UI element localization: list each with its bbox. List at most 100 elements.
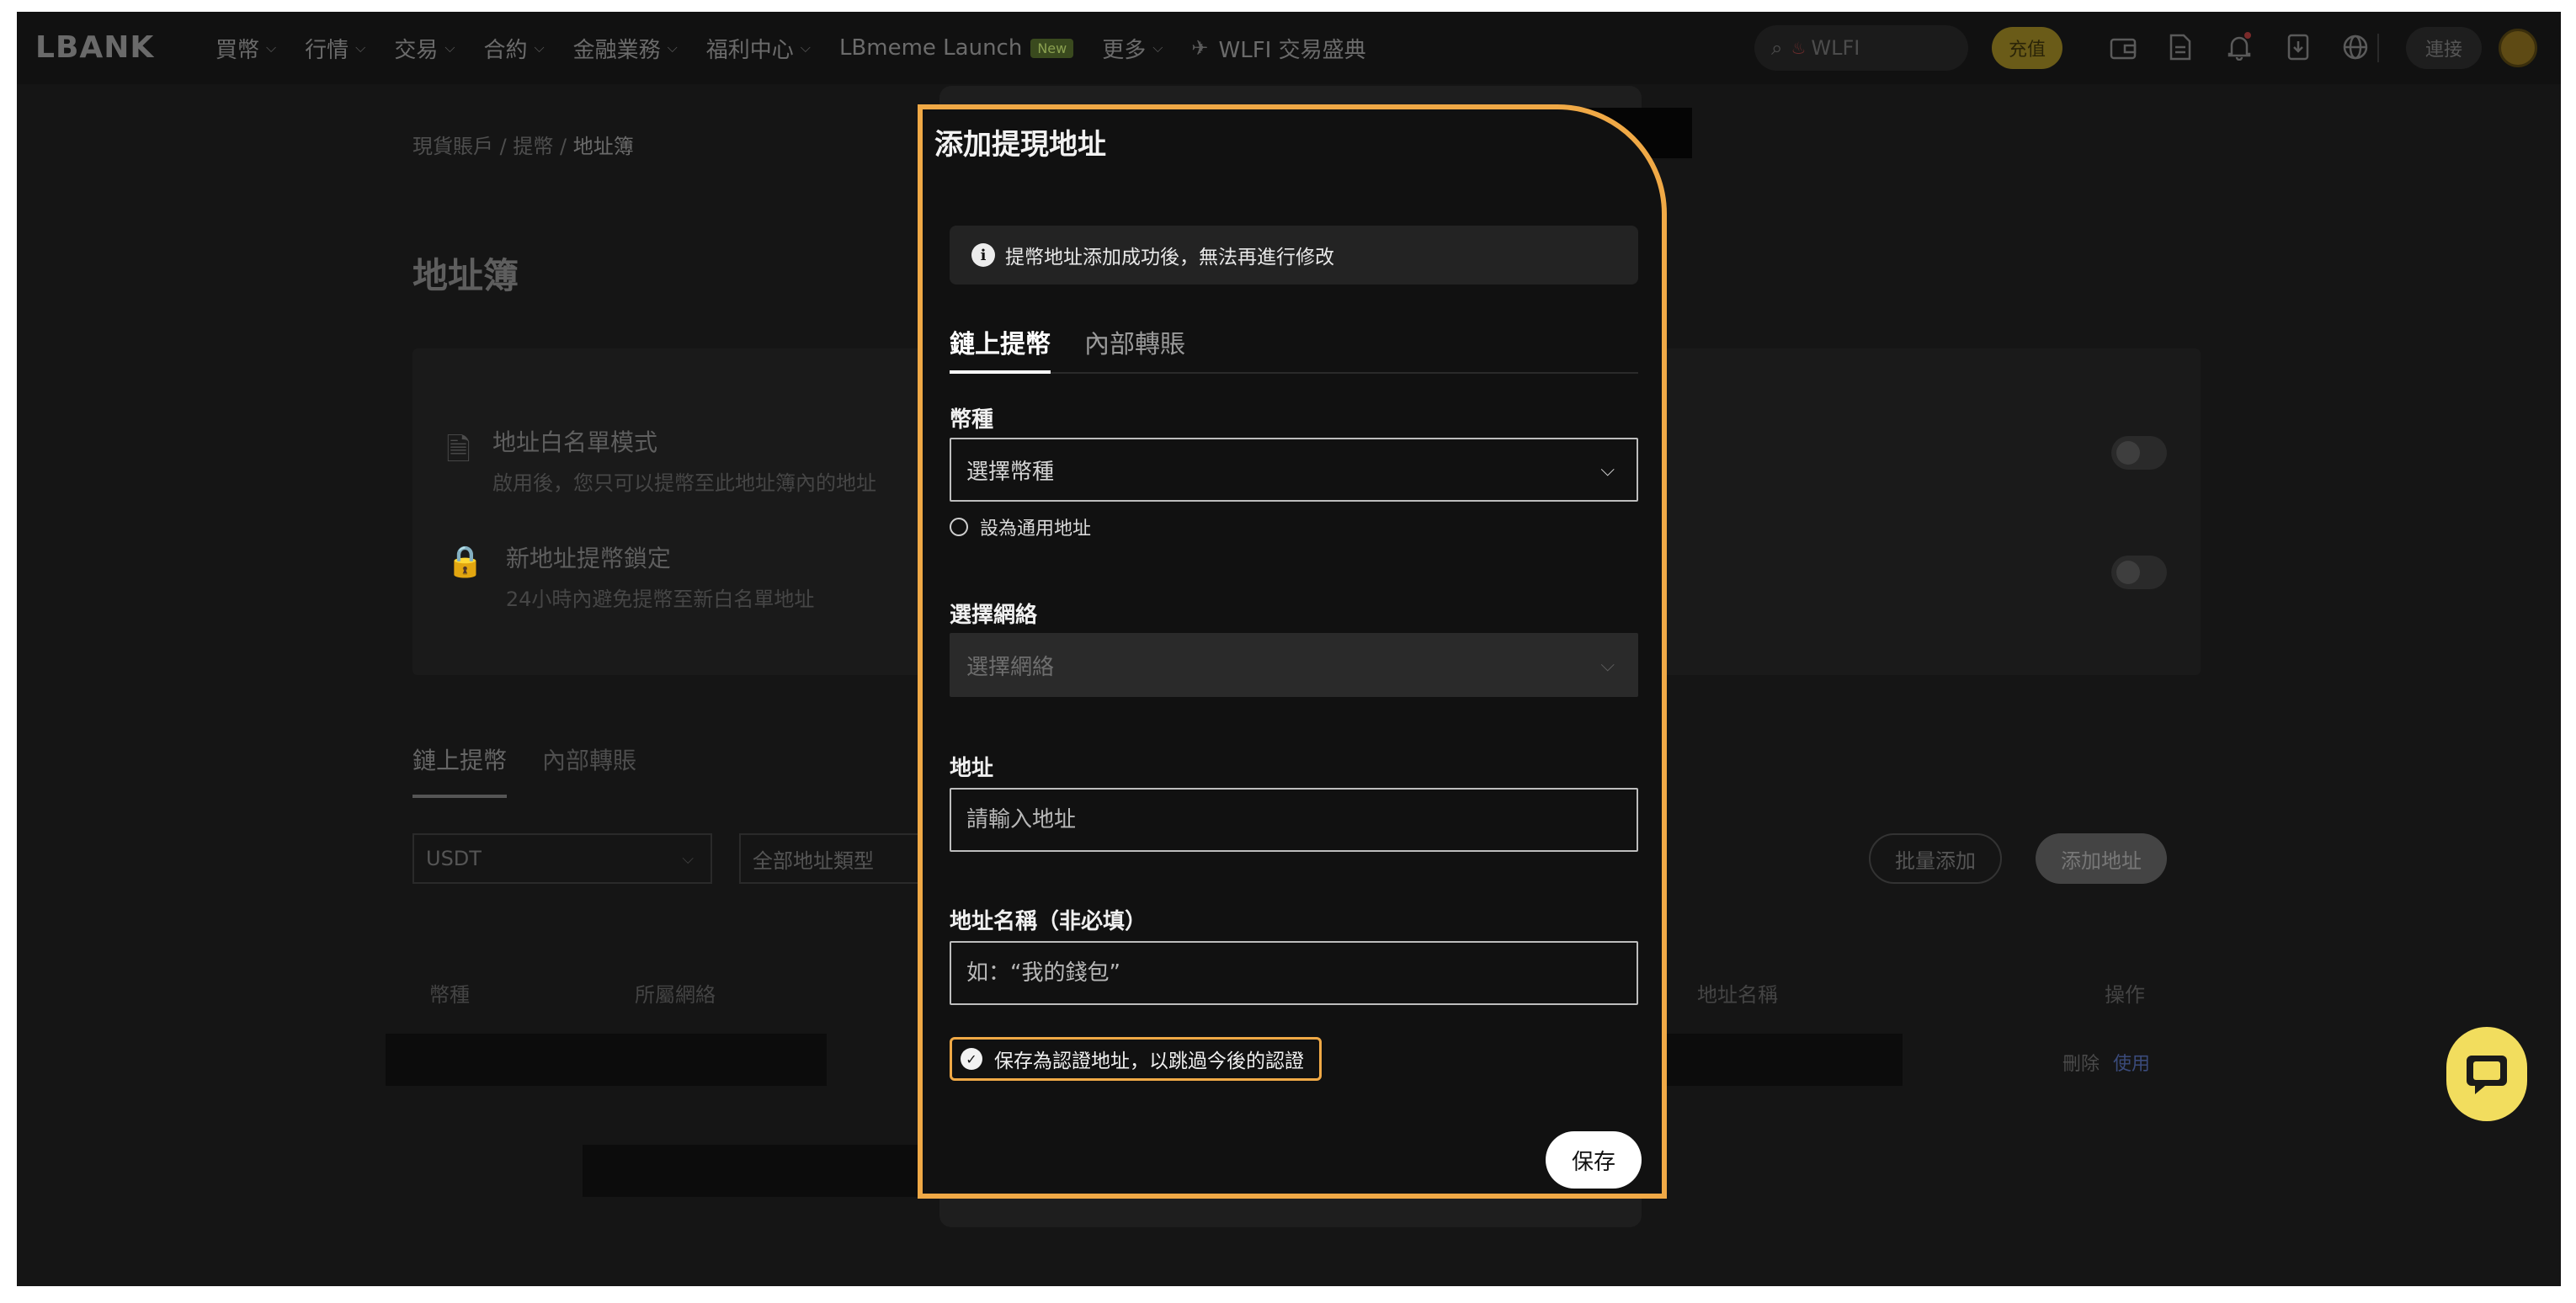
document-icon[interactable]	[2165, 32, 2195, 62]
page-tabs: 鏈上提幣 內部轉賬	[412, 742, 672, 798]
globe-icon[interactable]	[2340, 32, 2371, 62]
table-row-segment	[1650, 1034, 1903, 1086]
chevron-down-icon: ⌵	[266, 40, 277, 56]
menu-item-markets[interactable]: 行情 ⌵	[305, 33, 365, 64]
menu-label: WLFI 交易盛典	[1218, 37, 1366, 63]
breadcrumb-separator: /	[560, 135, 567, 158]
address-name-field[interactable]	[950, 941, 1638, 1005]
menu-item-trade[interactable]: 交易 ⌵	[394, 33, 455, 64]
lock-toggle[interactable]	[2111, 556, 2167, 589]
menu-label: LBmeme Launch	[838, 35, 1023, 61]
fire-icon: ♨	[1791, 38, 1807, 58]
menu-label: 合約	[483, 37, 528, 63]
notice-text: 提幣地址添加成功後，無法再進行修改	[1005, 247, 1334, 269]
coin-filter-select[interactable]: USDT ⌵	[412, 833, 712, 884]
search-input[interactable]: ⌕ ♨ WLFI	[1754, 25, 1968, 71]
universal-address-option[interactable]: 設為通用地址	[950, 513, 1091, 540]
chevron-down-icon: ⌵	[444, 40, 455, 56]
lock-icon: 🔒	[446, 545, 484, 579]
menu-item-wlfi[interactable]: ✈ WLFI 交易盛典	[1191, 33, 1365, 64]
chat-support-button[interactable]	[2446, 1027, 2527, 1121]
connect-button[interactable]: 連接	[2406, 27, 2482, 69]
chevron-down-icon: ⌵	[355, 40, 366, 56]
info-notice: i 提幣地址添加成功後，無法再進行修改	[950, 226, 1638, 285]
certified-label: 保存為認證地址，以跳過今後的認證	[994, 1050, 1304, 1072]
pagination-placeholder	[583, 1145, 941, 1197]
top-navbar: LBANK 買幣 ⌵ 行情 ⌵ 交易 ⌵ 合約 ⌵ 金融業務 ⌵ 福利中心 ⌵ LBmeme…	[17, 12, 2561, 84]
whitelist-mode-row: 🗎 地址白名單模式 啟用後，您只可以提幣至此地址簿內的地址	[446, 424, 876, 496]
lock-title: 新地址提幣鎖定	[505, 545, 671, 572]
network-select[interactable]: 選擇網絡 ⌵	[950, 633, 1638, 697]
menu-item-futures[interactable]: 合約 ⌵	[483, 33, 544, 64]
use-link[interactable]: 使用	[2113, 1049, 2150, 1076]
column-header-action: 操作	[2105, 983, 2145, 1007]
avatar[interactable]	[2499, 29, 2537, 67]
lock-desc: 24小時內避免提幣至新白名單地址	[505, 588, 815, 611]
notification-dot	[2244, 32, 2251, 39]
brand-logo[interactable]: LBANK	[35, 30, 154, 65]
address-field[interactable]	[950, 788, 1638, 852]
coin-label: 幣種	[950, 407, 994, 433]
add-withdraw-address-dialog: 添加提現地址 i 提幣地址添加成功後，無法再進行修改 鏈上提幣 內部轉賬 幣種 …	[918, 104, 1667, 1199]
coin-select[interactable]: 選擇幣種 ⌵	[950, 438, 1638, 502]
address-input[interactable]	[966, 807, 1637, 832]
tab-internal-transfer[interactable]: 內部轉賬	[1084, 320, 1185, 374]
chevron-down-icon: ⌵	[1600, 654, 1615, 676]
check-icon: ✓	[961, 1048, 982, 1070]
column-header-network: 所屬網絡	[635, 983, 716, 1007]
menu-item-finance[interactable]: 金融業務 ⌵	[573, 33, 678, 64]
menu-label: 金融業務	[572, 37, 661, 63]
menu-label: 交易	[394, 37, 439, 63]
network-placeholder: 選擇網絡	[966, 654, 1055, 680]
nav-divider	[2377, 34, 2379, 62]
breadcrumb-current: 地址簿	[572, 135, 634, 158]
chevron-down-icon: ⌵	[682, 849, 694, 868]
tab-internal[interactable]: 內部轉賬	[542, 742, 636, 798]
breadcrumb: 現貨賬戶 / 提幣 / 地址簿	[412, 130, 634, 159]
menu-item-buy[interactable]: 買幣 ⌵	[216, 33, 276, 64]
column-header-coin: 幣種	[429, 983, 470, 1007]
menu-label: 行情	[305, 37, 349, 63]
whitelist-toggle[interactable]	[2111, 436, 2167, 470]
breadcrumb-spot-account[interactable]: 現貨賬戶	[412, 135, 493, 158]
menu-item-lbmeme[interactable]: LBmeme Launch New	[838, 35, 1074, 61]
wallet-icon[interactable]	[2108, 32, 2138, 62]
radio-button[interactable]	[950, 518, 968, 536]
menu-label: 買幣	[216, 37, 260, 63]
coin-placeholder: 選擇幣種	[966, 459, 1055, 485]
dialog-title: 添加提現地址	[934, 128, 1106, 162]
menu-item-rewards[interactable]: 福利中心 ⌵	[706, 33, 811, 64]
bell-icon[interactable]	[2224, 32, 2254, 62]
chat-bubble-icon	[2467, 1056, 2507, 1094]
coin-filter-value: USDT	[426, 847, 482, 870]
chevron-down-icon: ⌵	[1600, 459, 1615, 481]
search-icon: ⌕	[1771, 36, 1783, 60]
chevron-down-icon: ⌵	[534, 40, 545, 56]
type-filter-value: 全部地址類型	[753, 848, 874, 873]
address-name-input[interactable]	[966, 960, 1637, 986]
batch-add-button[interactable]: 批量添加	[1869, 833, 2002, 884]
dialog-tabs: 鏈上提幣 內部轉賬	[950, 320, 1638, 374]
tab-onchain-withdraw[interactable]: 鏈上提幣	[950, 320, 1051, 374]
universal-address-label: 設為通用地址	[980, 519, 1092, 540]
breadcrumb-withdraw[interactable]: 提幣	[513, 135, 553, 158]
app-screen: LBANK 買幣 ⌵ 行情 ⌵ 交易 ⌵ 合約 ⌵ 金融業務 ⌵ 福利中心 ⌵ LBmeme…	[17, 12, 2561, 1286]
add-address-button[interactable]: 添加地址	[2036, 833, 2167, 884]
save-as-certified-checkbox[interactable]: ✓ 保存為認證地址，以跳過今後的認證	[950, 1037, 1322, 1081]
document-icon: 🗎	[446, 433, 471, 467]
deposit-button[interactable]: 充值	[1992, 27, 2062, 69]
tab-onchain[interactable]: 鏈上提幣	[412, 742, 508, 798]
table-row	[386, 1034, 827, 1086]
whitelist-title: 地址白名單模式	[492, 428, 657, 456]
save-button[interactable]: 保存	[1546, 1131, 1642, 1189]
type-filter-select[interactable]: 全部地址類型	[739, 833, 941, 884]
search-placeholder: WLFI	[1811, 36, 1860, 60]
column-header-name: 地址名稱	[1697, 983, 1778, 1007]
main-menu: 買幣 ⌵ 行情 ⌵ 交易 ⌵ 合約 ⌵ 金融業務 ⌵ 福利中心 ⌵ LBmeme Launc…	[216, 12, 1395, 84]
menu-item-more[interactable]: 更多 ⌵	[1102, 33, 1163, 64]
menu-label: 更多	[1102, 37, 1147, 63]
info-icon: i	[971, 243, 995, 267]
download-icon[interactable]	[2283, 32, 2313, 62]
delete-link[interactable]: 刪除	[2062, 1049, 2100, 1076]
new-badge: New	[1030, 38, 1074, 58]
